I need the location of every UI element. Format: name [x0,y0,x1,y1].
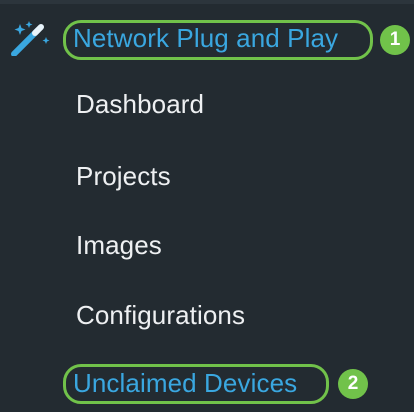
nav-item-configurations[interactable]: Configurations [76,300,245,331]
sidebar-menu: Network Plug and Play 1 Dashboard Projec… [0,0,414,412]
top-divider [0,0,414,4]
magic-wand-icon [11,21,50,56]
nav-item-images[interactable]: Images [76,230,162,261]
nav-item-unclaimed-devices[interactable]: Unclaimed Devices [73,368,297,399]
step-badge-1: 1 [380,25,410,55]
step-badge-2: 2 [338,369,368,399]
nav-item-dashboard[interactable]: Dashboard [76,89,204,120]
nav-item-projects[interactable]: Projects [76,161,171,192]
nav-section-network-plug-and-play[interactable]: Network Plug and Play [73,23,338,54]
